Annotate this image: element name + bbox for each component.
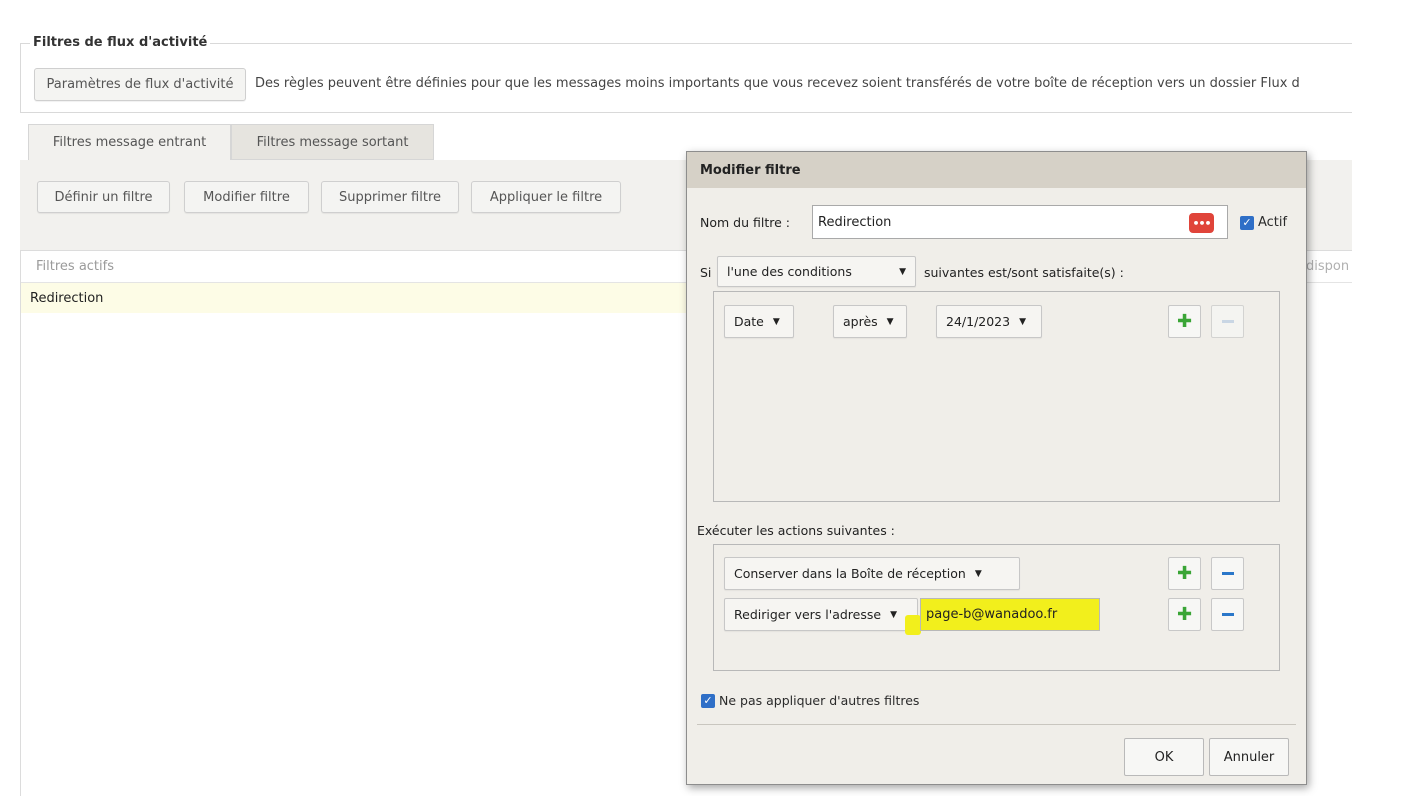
- activity-stream-fieldset-left-border: [20, 43, 21, 113]
- checkmark-icon: ✓: [1240, 215, 1254, 230]
- match-type-value: l'une des conditions: [727, 264, 852, 279]
- dialog-title: Modifier filtre: [700, 162, 801, 178]
- list-item-label: Redirection: [30, 290, 104, 306]
- redirect-address-value: page-b@wanadoo.fr: [926, 607, 1058, 622]
- plus-icon: ✚: [1176, 310, 1193, 332]
- chevron-down-icon: ▼: [974, 568, 982, 579]
- filter-name-field[interactable]: Redirection: [812, 205, 1228, 239]
- chevron-down-icon: ▼: [772, 316, 780, 327]
- dialog-title-bar: Modifier filtre: [687, 152, 1306, 188]
- chevron-down-icon: ▼: [899, 266, 906, 277]
- highlight-mark: [905, 615, 921, 635]
- add-condition-button[interactable]: ✚: [1168, 305, 1201, 338]
- delete-filter-button[interactable]: Supprimer filtre: [321, 181, 459, 213]
- active-label: Actif: [1258, 215, 1288, 230]
- dialog-footer-divider: [697, 724, 1296, 725]
- no-more-filters-checkbox[interactable]: ✓ Ne pas appliquer d'autres filtres: [701, 693, 919, 708]
- condition-field-dropdown[interactable]: Date ▼: [724, 305, 794, 338]
- action-keep-in-inbox-dropdown[interactable]: Conserver dans la Boîte de réception ▼: [724, 557, 1020, 590]
- edit-filter-dialog: Modifier filtre Nom du filtre : Redirect…: [686, 151, 1307, 785]
- plus-icon: ✚: [1176, 603, 1193, 625]
- tab-outgoing-filters[interactable]: Filtres message sortant: [231, 124, 434, 160]
- match-suffix-label: suivantes est/sont satisfaite(s) :: [924, 264, 1124, 280]
- cancel-button[interactable]: Annuler: [1209, 738, 1289, 776]
- activity-stream-fieldset-bottom-border: [20, 112, 1352, 113]
- remove-action-button[interactable]: [1211, 557, 1244, 590]
- tab-incoming-filters[interactable]: Filtres message entrant: [28, 124, 231, 160]
- condition-date-dropdown[interactable]: 24/1/2023 ▼: [936, 305, 1042, 338]
- modify-filter-button[interactable]: Modifier filtre: [184, 181, 309, 213]
- minus-icon: [1221, 320, 1234, 323]
- if-label: Si: [700, 264, 712, 280]
- action-keep-in-inbox-value: Conserver dans la Boîte de réception: [734, 566, 966, 581]
- condition-date-value: 24/1/2023: [946, 314, 1011, 329]
- active-checkbox[interactable]: ✓ Actif: [1240, 215, 1287, 230]
- redirect-address-field[interactable]: page-b@wanadoo.fr: [920, 598, 1100, 631]
- condition-operator-dropdown[interactable]: après ▼: [833, 305, 907, 338]
- available-filters-header: dispon: [1306, 259, 1350, 274]
- chevron-down-icon: ▼: [1019, 316, 1027, 327]
- activity-stream-settings-button[interactable]: Paramètres de flux d'activité: [34, 68, 246, 101]
- activity-stream-fieldset-line: [20, 43, 1352, 44]
- action-redirect-value: Rediriger vers l'adresse: [734, 607, 882, 622]
- define-filter-button[interactable]: Définir un filtre: [37, 181, 170, 213]
- checkmark-icon: ✓: [701, 693, 715, 708]
- active-filters-header: Filtres actifs: [36, 259, 114, 274]
- actions-label: Exécuter les actions suivantes :: [697, 522, 895, 538]
- apply-filter-button[interactable]: Appliquer le filtre: [471, 181, 621, 213]
- minus-icon: [1221, 572, 1234, 575]
- filter-name-label: Nom du filtre :: [700, 214, 790, 230]
- add-action-button-2[interactable]: ✚: [1168, 598, 1201, 631]
- plus-icon: ✚: [1176, 562, 1193, 584]
- password-dots-icon[interactable]: •••: [1189, 213, 1214, 233]
- action-redirect-dropdown[interactable]: Rediriger vers l'adresse ▼: [724, 598, 918, 631]
- minus-icon: [1221, 613, 1234, 616]
- add-action-button[interactable]: ✚: [1168, 557, 1201, 590]
- chevron-down-icon: ▼: [890, 609, 897, 620]
- list-item[interactable]: Redirection: [21, 283, 689, 313]
- condition-field-value: Date: [734, 314, 764, 329]
- match-type-dropdown[interactable]: l'une des conditions ▼: [717, 256, 916, 287]
- no-more-filters-label: Ne pas appliquer d'autres filtres: [719, 693, 920, 708]
- chevron-down-icon: ▼: [886, 316, 894, 327]
- activity-stream-legend: Filtres de flux d'activité: [30, 35, 211, 50]
- remove-action-button-2[interactable]: [1211, 598, 1244, 631]
- condition-operator-value: après: [843, 314, 878, 329]
- ok-button[interactable]: OK: [1124, 738, 1204, 776]
- filter-name-value: Redirection: [818, 214, 892, 230]
- remove-condition-button[interactable]: [1211, 305, 1244, 338]
- activity-stream-description: Des règles peuvent être définies pour qu…: [255, 76, 1300, 91]
